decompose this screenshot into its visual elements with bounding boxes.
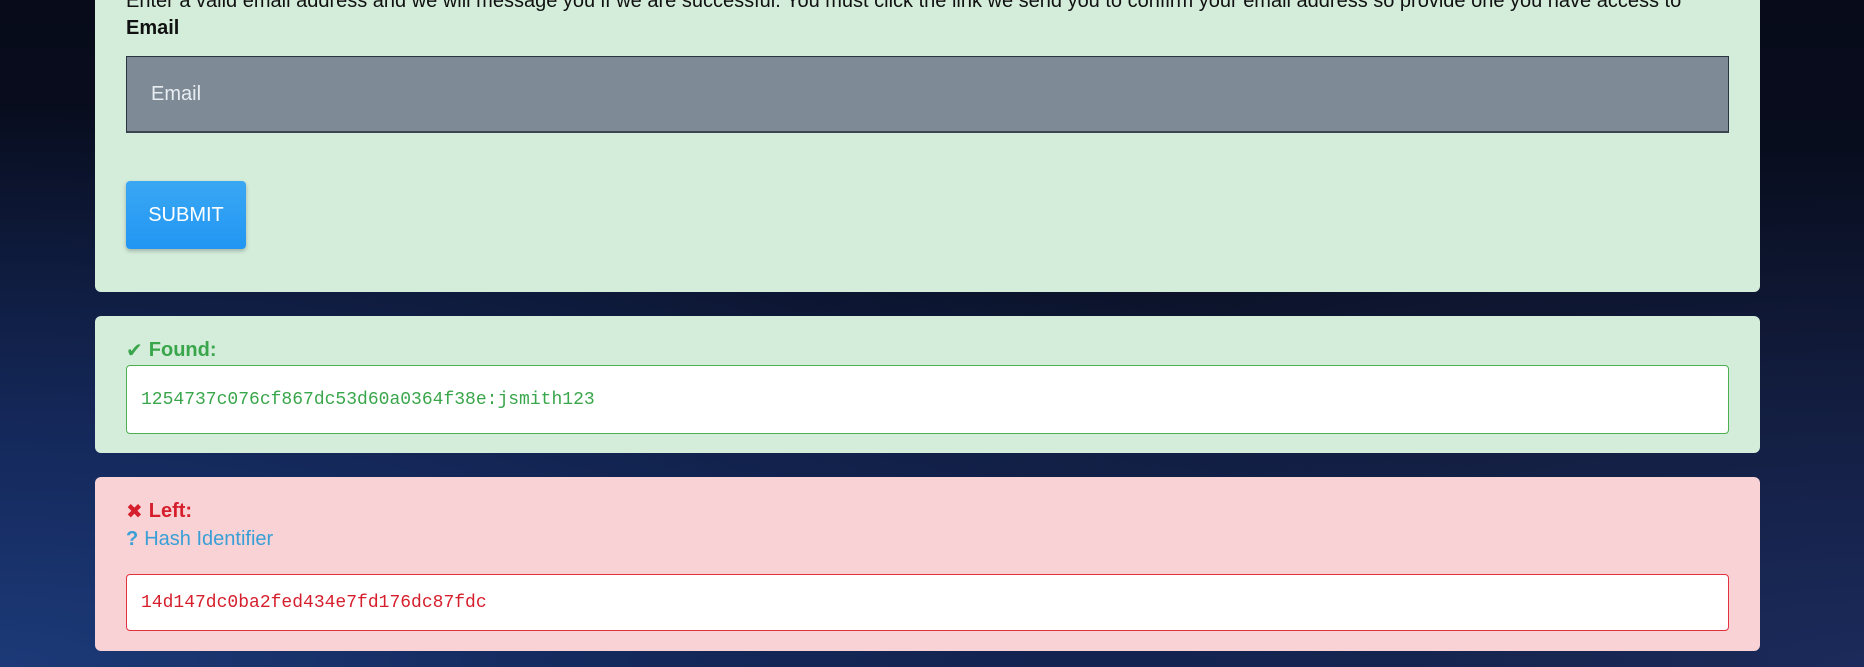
found-result-box[interactable]: 1254737c076cf867dc53d60a0364f38e:jsmith1… xyxy=(126,365,1729,434)
submit-button[interactable]: SUBMIT xyxy=(126,181,246,249)
x-icon: ✖ xyxy=(126,501,143,523)
found-panel: ✔ Found: 1254737c076cf867dc53d60a0364f38… xyxy=(95,316,1760,453)
intro-text: Enter a valid email address and we will … xyxy=(126,0,1682,12)
found-heading: ✔ Found: xyxy=(126,338,217,363)
left-panel: ✖ Left: ? Hash Identifier 14d147dc0ba2fe… xyxy=(95,477,1760,651)
email-label: Email xyxy=(126,17,180,39)
left-heading-label: Left: xyxy=(148,500,193,522)
check-icon: ✔ xyxy=(126,340,143,362)
question-icon: ? xyxy=(126,528,139,550)
hash-identifier-link[interactable]: ? Hash Identifier xyxy=(126,528,273,551)
found-heading-label: Found: xyxy=(148,339,217,361)
email-input[interactable] xyxy=(126,56,1729,133)
left-heading: ✖ Left: xyxy=(126,499,192,524)
left-hash-box[interactable]: 14d147dc0ba2fed434e7fd176dc87fdc xyxy=(126,574,1729,631)
email-notification-form: Enter a valid email address and we will … xyxy=(95,0,1760,292)
hash-identifier-label: Hash Identifier xyxy=(144,528,274,550)
